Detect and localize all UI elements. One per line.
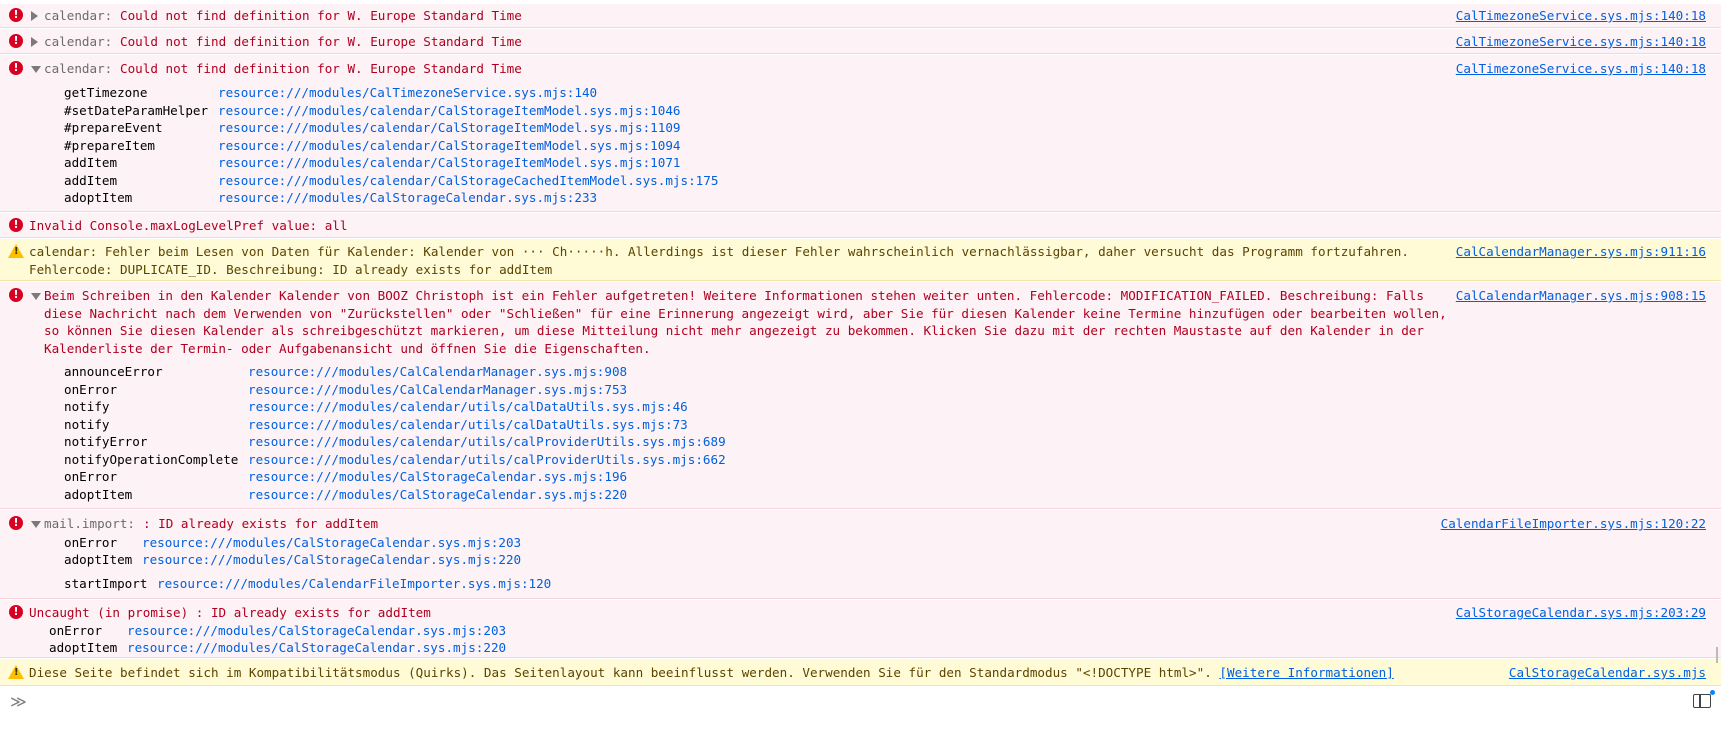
collapse-twisty-icon[interactable] (31, 293, 41, 300)
stack-function: adoptItem (64, 552, 133, 567)
console-warning-message[interactable]: ! calendar: Fehler beim Lesen von Daten … (0, 239, 1721, 281)
message-body: Diese Seite befindet sich im Kompatibili… (29, 665, 1212, 680)
stack-function: startImport (64, 576, 148, 591)
stack-location-link[interactable]: resource:///modules/CalStorageCalendar.s… (142, 551, 521, 569)
stack-function: adoptItem (49, 640, 118, 655)
stack-function: #setDateParamHelper (64, 103, 209, 118)
stack-function: onError (49, 623, 103, 638)
console-message[interactable]: ! Invalid Console.maxLogLevelPref value:… (0, 213, 1721, 238)
message-text: Invalid Console.maxLogLevelPref value: a… (29, 218, 348, 233)
stack-location-link[interactable]: resource:///modules/CalTimezoneService.s… (218, 84, 597, 102)
stack-function: #prepareItem (64, 138, 155, 153)
stack-function: addItem (64, 155, 118, 170)
stack-function: adoptItem (64, 190, 133, 205)
error-icon: ! (9, 8, 23, 22)
expand-twisty-icon[interactable] (31, 37, 38, 47)
stack-location-link[interactable]: resource:///modules/calendar/utils/calDa… (248, 416, 688, 434)
scrollbar-thumb[interactable] (1716, 647, 1718, 663)
console-message[interactable]: ! calendar: Could not find definition fo… (0, 4, 1721, 28)
source-location-link[interactable]: CalendarFileImporter.sys.mjs:120:22 (1441, 515, 1706, 533)
console-input[interactable]: ≫ (0, 686, 1721, 732)
source-location-link[interactable]: CalStorageCalendar.sys.mjs (1509, 664, 1706, 682)
stack-function: notify (64, 399, 110, 414)
error-icon: ! (9, 34, 23, 48)
error-icon: ! (9, 516, 23, 530)
source-location-link[interactable]: CalTimezoneService.sys.mjs:140:18 (1456, 33, 1706, 51)
notification-dot (1710, 690, 1715, 695)
warning-icon: ! (8, 665, 24, 679)
stack-function: addItem (64, 173, 118, 188)
sidebar-toggle-icon[interactable] (1693, 694, 1711, 708)
stack-location-link[interactable]: resource:///modules/calendar/CalStorageI… (218, 119, 681, 137)
stack-location-link[interactable]: resource:///modules/calendar/CalStorageC… (218, 172, 718, 190)
stack-location-link[interactable]: resource:///modules/CalStorageCalendar.s… (142, 534, 521, 552)
error-icon: ! (9, 61, 23, 75)
message-text: calendar: Fehler beim Lesen von Daten fü… (29, 244, 1409, 277)
collapse-twisty-icon[interactable] (31, 521, 41, 528)
source-location-link[interactable]: CalCalendarManager.sys.mjs:911:16 (1456, 243, 1706, 261)
source-location-link[interactable]: CalTimezoneService.sys.mjs:140:18 (1456, 7, 1706, 25)
console-message[interactable]: ! Beim Schreiben in den Kalender Kalende… (0, 282, 1721, 509)
message-text: Could not find definition for W. Europe … (120, 8, 522, 23)
console-message[interactable]: ! calendar: Could not find definition fo… (0, 29, 1721, 54)
stack-location-link[interactable]: resource:///modules/calendar/utils/calPr… (248, 433, 726, 451)
stack-location-link[interactable]: resource:///modules/CalendarFileImporter… (157, 575, 551, 593)
error-icon: ! (9, 218, 23, 232)
stack-location-link[interactable]: resource:///modules/calendar/CalStorageI… (218, 102, 681, 120)
stack-location-link[interactable]: resource:///modules/CalStorageCalendar.s… (127, 622, 506, 640)
console-message[interactable]: ! mail.import: : ID already exists for a… (0, 510, 1721, 599)
stack-location-link[interactable]: resource:///modules/calendar/utils/calPr… (248, 451, 726, 469)
message-text: Uncaught (in promise) : ID already exist… (29, 605, 431, 620)
console-message[interactable]: ! Uncaught (in promise) : ID already exi… (0, 600, 1721, 658)
stack-location-link[interactable]: resource:///modules/calendar/CalStorageI… (218, 137, 681, 155)
stack-function: #prepareEvent (64, 120, 163, 135)
message-prefix: calendar: (44, 8, 113, 23)
stack-function: onError (64, 382, 118, 397)
stack-location-link[interactable]: resource:///modules/calendar/CalStorageI… (218, 154, 681, 172)
stack-function: adoptItem (64, 487, 133, 502)
stack-location-link[interactable]: resource:///modules/CalStorageCalendar.s… (218, 189, 597, 207)
stack-location-link[interactable]: resource:///modules/CalCalendarManager.s… (248, 381, 627, 399)
stack-function: onError (64, 535, 118, 550)
more-info-link[interactable]: [Weitere Informationen] (1219, 665, 1393, 680)
source-location-link[interactable]: CalCalendarManager.sys.mjs:908:15 (1456, 287, 1706, 305)
message-text: Could not find definition for W. Europe … (120, 61, 522, 76)
stack-location-link[interactable]: resource:///modules/CalStorageCalendar.s… (248, 468, 627, 486)
stack-function: getTimezone (64, 85, 148, 100)
stack-function: notify (64, 417, 110, 432)
stack-function: announceError (64, 364, 163, 379)
source-location-link[interactable]: CalTimezoneService.sys.mjs:140:18 (1456, 60, 1706, 78)
console-message[interactable]: ! calendar: Could not find definition fo… (0, 55, 1721, 212)
stack-location-link[interactable]: resource:///modules/CalStorageCalendar.s… (248, 486, 627, 504)
message-text: : ID already exists for addItem (143, 516, 379, 531)
stack-location-link[interactable]: resource:///modules/CalCalendarManager.s… (248, 363, 627, 381)
message-prefix: mail.import: (44, 516, 135, 531)
message-prefix: calendar: (44, 61, 113, 76)
stack-function: notifyOperationComplete (64, 452, 239, 467)
error-icon: ! (9, 288, 23, 302)
input-prompt-icon: ≫ (10, 692, 27, 711)
message-prefix: calendar: (44, 34, 113, 49)
message-text: Could not find definition for W. Europe … (120, 34, 522, 49)
expand-twisty-icon[interactable] (31, 11, 38, 21)
stack-location-link[interactable]: resource:///modules/CalStorageCalendar.s… (127, 639, 506, 657)
message-text: Diese Seite befindet sich im Kompatibili… (29, 664, 1394, 682)
console-warning-message[interactable]: ! Diese Seite befindet sich im Kompatibi… (0, 659, 1721, 686)
warning-icon: ! (8, 244, 24, 258)
source-location-link[interactable]: CalStorageCalendar.sys.mjs:203:29 (1456, 604, 1706, 622)
message-text: Beim Schreiben in den Kalender Kalender … (44, 288, 1447, 356)
error-icon: ! (9, 605, 23, 619)
stack-location-link[interactable]: resource:///modules/calendar/utils/calDa… (248, 398, 688, 416)
collapse-twisty-icon[interactable] (31, 66, 41, 73)
stack-function: notifyError (64, 434, 148, 449)
stack-function: onError (64, 469, 118, 484)
